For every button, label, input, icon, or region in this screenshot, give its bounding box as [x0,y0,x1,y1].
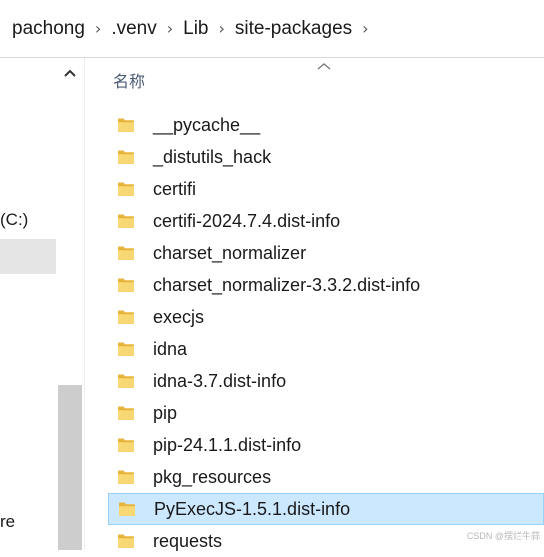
nav-item-hovered[interactable] [0,239,56,274]
file-row[interactable]: pkg_resources [108,461,544,493]
folder-icon [117,309,135,325]
file-row[interactable]: idna-3.7.dist-info [108,365,544,397]
file-name: PyExecJS-1.5.1.dist-info [154,498,351,519]
folder-icon [117,469,135,485]
file-row[interactable]: PyExecJS-1.5.1.dist-info [108,493,544,525]
sort-ascending-icon[interactable] [316,58,332,70]
file-name: requests [153,530,223,551]
file-name: __pycache__ [153,114,261,135]
file-row[interactable]: idna [108,333,544,365]
chevron-right-icon[interactable]: › [167,19,173,38]
file-name: certifi-2024.7.4.dist-info [153,210,341,231]
folder-icon [117,405,135,421]
file-row[interactable]: certifi [108,173,544,205]
chevron-right-icon[interactable]: › [219,19,225,38]
folder-icon [118,501,136,517]
file-row[interactable]: __pycache__ [108,109,544,141]
folder-icon [117,341,135,357]
folder-icon [117,277,135,293]
file-row[interactable]: execjs [108,301,544,333]
breadcrumb-lib[interactable]: Lib [183,18,208,40]
nav-scrollbar-thumb[interactable] [58,385,82,550]
file-row[interactable]: charset_normalizer [108,237,544,269]
file-row[interactable]: charset_normalizer-3.3.2.dist-info [108,269,544,301]
file-name: charset_normalizer-3.3.2.dist-info [153,274,421,295]
chevron-right-icon[interactable]: › [362,19,368,38]
file-row[interactable]: _distutils_hack [108,141,544,173]
nav-item-partial[interactable]: re [0,512,15,532]
folder-icon [117,373,135,389]
folder-icon [117,533,135,549]
file-name: certifi [153,178,197,199]
folder-icon [117,245,135,261]
file-name: idna [153,338,188,359]
address-bar[interactable]: pachong › .venv › Lib › site-packages › [0,0,544,58]
folder-icon [117,181,135,197]
file-name: charset_normalizer [153,242,307,263]
file-row[interactable]: pip [108,397,544,429]
pane-divider[interactable] [84,58,85,550]
file-name: pkg_resources [153,466,272,487]
folder-icon [117,437,135,453]
file-row[interactable]: pip-24.1.1.dist-info [108,429,544,461]
file-row[interactable]: certifi-2024.7.4.dist-info [108,205,544,237]
watermark: CSDN @摆烂牛蒜 [466,531,540,541]
folder-icon [117,149,135,165]
file-name: execjs [153,306,205,327]
file-name: _distutils_hack [153,146,272,167]
column-header-name[interactable]: 名称 [113,68,145,92]
chevron-right-icon[interactable]: › [95,19,101,38]
breadcrumb-site-packages[interactable]: site-packages [235,18,352,40]
file-name: idna-3.7.dist-info [153,370,287,391]
scroll-up-icon[interactable] [57,58,83,88]
nav-item-drive-c[interactable]: (C:) [0,210,28,230]
file-name: pip [153,402,178,423]
breadcrumb-venv[interactable]: .venv [111,18,156,40]
folder-icon [117,213,135,229]
file-name: pip-24.1.1.dist-info [153,434,302,455]
folder-icon [117,117,135,133]
breadcrumb-pachong[interactable]: pachong [12,18,85,40]
